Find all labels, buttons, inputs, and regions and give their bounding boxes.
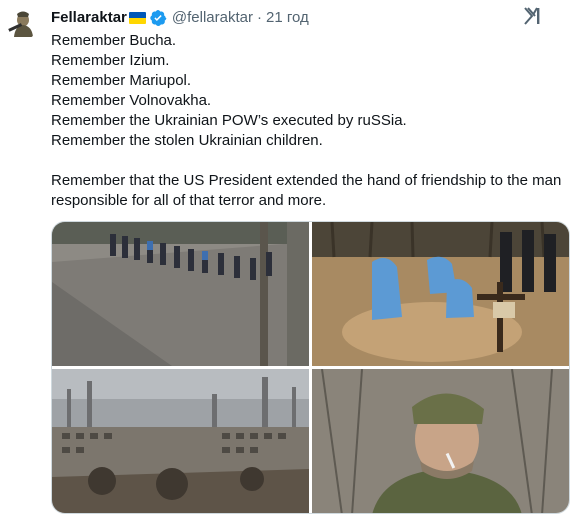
- ruined-city-photo[interactable]: [52, 369, 309, 513]
- tweet-line: Remember Volnovakha.: [51, 92, 212, 109]
- tweet-timestamp[interactable]: 21 год: [266, 8, 309, 28]
- tweet-card: Fellaraktar @fellaraktar · 21 год Rememb…: [0, 0, 581, 522]
- x-grok-logo-icon[interactable]: [523, 6, 543, 26]
- tweet-line: Remember Bucha.: [51, 32, 177, 49]
- tweet-header: Fellaraktar @fellaraktar · 21 год: [51, 8, 309, 28]
- soldier-portrait-photo[interactable]: [312, 369, 569, 513]
- author-handle[interactable]: @fellaraktar: [172, 8, 253, 28]
- media-grid: [51, 221, 570, 514]
- tweet-line: Remember the stolen Ukrainian children.: [51, 132, 323, 149]
- verified-badge-icon[interactable]: [149, 9, 167, 27]
- tweet-text: Remember Bucha. Remember Izium. Remember…: [51, 31, 571, 211]
- street-line-of-people-photo[interactable]: [52, 222, 309, 366]
- author-name[interactable]: Fellaraktar: [51, 8, 127, 28]
- ukraine-flag-icon: [128, 12, 146, 24]
- tweet-line: Remember the Ukrainian POW’s executed by…: [51, 112, 407, 129]
- tweet-line: Remember that the US President extended …: [51, 172, 562, 209]
- separator-dot: ·: [256, 9, 262, 26]
- tweet-line: Remember Mariupol.: [51, 72, 192, 89]
- exhumation-forensic-workers-photo[interactable]: [312, 222, 569, 366]
- avatar[interactable]: [5, 6, 39, 40]
- tweet-line: Remember Izium.: [51, 52, 170, 69]
